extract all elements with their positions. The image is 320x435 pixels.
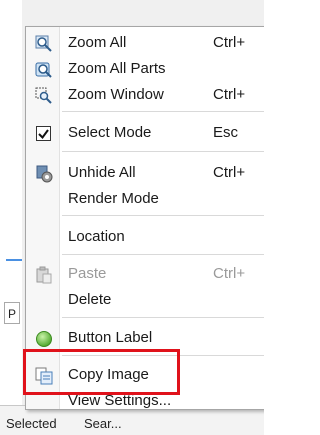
- menu-item-zoom-all-parts[interactable]: Zoom All Parts: [26, 57, 264, 81]
- background-search-label: Sear...: [84, 416, 122, 431]
- menu-item-label: Location: [68, 228, 125, 245]
- menu-item-unhide-all[interactable]: Unhide All Ctrl+: [26, 161, 264, 185]
- screenshot-stage: P Selected Sear... Zoom All Ctrl+ Zoom A…: [0, 0, 264, 435]
- menu-item-delete[interactable]: Delete: [26, 288, 264, 312]
- menu-item-label: Delete: [68, 291, 112, 308]
- menu-item-shortcut: Ctrl+: [213, 86, 246, 103]
- menu-item-label: Paste: [68, 265, 107, 282]
- background-accent-line: [6, 259, 22, 261]
- menu-item-render-mode[interactable]: Render Mode: [26, 187, 264, 211]
- menu-item-label: Zoom Window: [68, 86, 164, 103]
- background-selected-label: Selected: [6, 416, 57, 431]
- menu-item-button-label[interactable]: Button Label: [26, 326, 264, 350]
- menu-separator: [62, 215, 264, 216]
- paste-icon: [35, 266, 53, 284]
- menu-separator: [62, 111, 264, 112]
- menu-separator: [62, 254, 264, 255]
- zoom-window-icon: [35, 87, 53, 105]
- menu-item-label: Zoom All Parts: [68, 60, 166, 77]
- menu-item-location[interactable]: Location: [26, 225, 264, 249]
- menu-item-label: Button Label: [68, 329, 153, 346]
- zoom-all-parts-icon: [35, 61, 53, 79]
- background-panel: [0, 0, 22, 435]
- menu-item-zoom-all[interactable]: Zoom All Ctrl+: [26, 31, 264, 55]
- menu-item-label: Render Mode: [68, 190, 159, 207]
- menu-item-label: Zoom All: [68, 34, 127, 51]
- menu-separator: [62, 151, 264, 152]
- menu-item-shortcut: Ctrl+: [213, 164, 246, 181]
- menu-item-shortcut: Ctrl+: [213, 265, 246, 282]
- menu-item-label: Unhide All: [68, 164, 136, 181]
- unhide-all-icon: [35, 165, 53, 183]
- highlight-box: [23, 349, 180, 395]
- menu-item-shortcut: Ctrl+: [213, 34, 246, 51]
- menu-item-paste: Paste Ctrl+: [26, 262, 264, 286]
- menu-item-shortcut: Esc: [213, 124, 239, 141]
- menu-separator: [62, 317, 264, 318]
- menu-item-label: Select Mode: [68, 124, 152, 141]
- green-circle-icon: [35, 330, 53, 348]
- menu-item-zoom-window[interactable]: Zoom Window Ctrl+: [26, 83, 264, 107]
- menu-item-select-mode[interactable]: Select Mode Esc: [26, 121, 264, 145]
- background-tab[interactable]: P: [4, 302, 20, 324]
- zoom-all-icon: [35, 35, 53, 53]
- checkmark-icon: [35, 125, 53, 143]
